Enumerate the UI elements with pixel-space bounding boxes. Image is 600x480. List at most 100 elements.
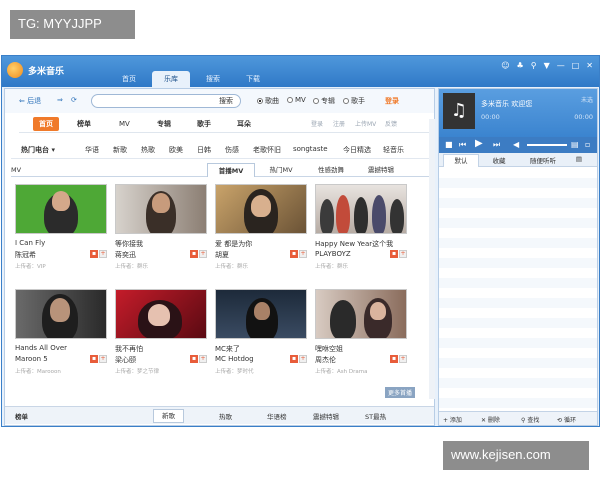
forward-icon[interactable]: ⇒ [57,96,63,104]
tab-hot-songs[interactable]: 热歌 [219,411,232,421]
find-button[interactable]: ⚲ 查找 [521,415,539,424]
mv-title[interactable]: Happy New Year这个我 [315,239,393,249]
add-icon[interactable]: + [299,355,307,363]
tab-home[interactable]: 首页 [33,117,59,131]
mv-thumbnail[interactable] [215,289,307,339]
mv-artist[interactable]: 胡夏 [215,250,229,260]
loop-button[interactable]: ⟲ 循环 [557,415,576,424]
scrollbar[interactable] [429,119,435,399]
mv-thumbnail[interactable] [315,184,407,234]
search-button[interactable]: 搜索 [219,96,233,106]
tab-st-hottest[interactable]: ST最热 [365,411,386,421]
genre-item[interactable]: 热歌 [141,145,155,155]
tab-charts[interactable]: 榜单 [77,117,91,131]
mv-thumbnail[interactable] [15,289,107,339]
mv-artist[interactable]: 周杰伦 [315,355,336,365]
mv-card[interactable]: MC来了 MC Hotdog 上传者：梦时代 ▪ + [215,289,307,381]
mv-title[interactable]: 等你接我 [115,239,143,249]
playlist-area[interactable] [439,168,597,408]
genre-item[interactable]: 日韩 [197,145,211,155]
add-icon[interactable]: + [199,355,207,363]
volume-slider[interactable] [527,144,567,146]
add-icon[interactable]: + [99,355,107,363]
mv-artist[interactable]: PLAYBOYZ [315,250,351,258]
mv-card[interactable]: 等你接我 蒋奕迅 上传者：群乐 ▪ + [115,184,207,276]
mv-thumbnail[interactable] [115,289,207,339]
nav-tab-search[interactable]: 搜索 [194,71,232,87]
club-icon[interactable]: ♣ [517,61,524,70]
equalizer-icon[interactable]: ▤ [571,140,579,149]
mv-card[interactable]: Happy New Year这个我 PLAYBOYZ 上传者：群乐 ▪ + [315,184,407,276]
nav-tab-home[interactable]: 首页 [110,71,148,87]
genre-item[interactable]: 今日精选 [343,145,371,155]
genre-hot-radio[interactable]: 热门电台 ▾ [21,145,55,155]
mv-card[interactable]: I Can Fly 陈冠希 上传者：VIP ▪ + [15,184,107,276]
next-icon[interactable]: ⏭ [493,140,500,150]
play-icon[interactable]: ▪ [90,355,98,363]
mv-title[interactable]: MC来了 [215,344,240,354]
genre-item[interactable]: 新歌 [113,145,127,155]
maximize-icon[interactable]: □ [572,61,580,70]
mv-title[interactable]: 嘿咻空姐 [315,344,343,354]
play-icon[interactable]: ▶ [475,138,483,149]
playlist-menu-icon[interactable]: ▤ [569,155,589,163]
tab-mv[interactable]: MV [119,117,130,131]
genre-item[interactable]: songtaste [293,145,328,153]
mv-card[interactable]: 我不再怕 梁心颐 上传者：梦之节律 ▪ + [115,289,207,381]
link-register[interactable]: 注册 [333,119,345,128]
nav-tab-library[interactable]: 乐库 [152,71,190,87]
tab-new-songs[interactable]: 新歌 [153,409,184,423]
tab-chinese-chart[interactable]: 华语榜 [267,411,287,421]
add-icon[interactable]: + [99,250,107,258]
previous-icon[interactable]: ⏮ [459,140,466,150]
skin-icon[interactable]: ☺ [501,61,509,70]
tab-default[interactable]: 默认 [443,154,479,167]
mv-card[interactable]: 嘿咻空姐 周杰伦 上传者：Ash Drama ▪ + [315,289,407,381]
tab-album[interactable]: 专辑 [157,117,171,131]
add-icon[interactable]: + [199,250,207,258]
genre-item[interactable]: 欧美 [169,145,183,155]
mv-thumbnail[interactable] [115,184,207,234]
play-icon[interactable]: ▪ [390,355,398,363]
tab-premiere-mv[interactable]: 首播MV [207,163,255,177]
tab-favorites[interactable]: 收藏 [481,155,517,165]
mv-artist[interactable]: 蒋奕迅 [115,250,136,260]
link-login[interactable]: 登录 [311,119,323,128]
play-icon[interactable]: ▪ [290,250,298,258]
radio-song[interactable]: 歌曲 [257,96,279,106]
nav-tab-download[interactable]: 下载 [234,71,272,87]
mv-thumbnail[interactable] [215,184,307,234]
play-icon[interactable]: ▪ [390,250,398,258]
tab-artist[interactable]: 歌手 [197,117,211,131]
genre-item[interactable]: 华语 [85,145,99,155]
mv-title[interactable]: 我不再怕 [115,344,143,354]
tab-ears[interactable]: 耳朵 [237,117,251,131]
mv-artist[interactable]: Maroon 5 [15,355,48,363]
mv-title[interactable]: 爱 都是为你 [215,239,252,249]
tab-hot-mv[interactable]: 热门MV [257,163,305,177]
mv-card[interactable]: 爱 都是为你 胡夏 上传者：群乐 ▪ + [215,184,307,276]
add-button[interactable]: + 添加 [443,415,462,424]
more-premiere-button[interactable]: 更多首播 [385,387,416,398]
pin-icon[interactable]: ⚲ [531,61,537,70]
mini-mode-icon[interactable]: ▫ [585,140,590,149]
volume-icon[interactable]: ◀ [513,140,519,149]
genre-item[interactable]: 伤感 [225,145,239,155]
link-upload-mv[interactable]: 上传MV [355,119,376,128]
mv-title[interactable]: I Can Fly [15,239,45,247]
mv-card[interactable]: Hands All Over Maroon 5 上传者：Marooon ▪ + [15,289,107,381]
mv-thumbnail[interactable] [15,184,107,234]
play-icon[interactable]: ▪ [90,250,98,258]
login-link[interactable]: 登录 [385,96,399,106]
quality-label[interactable]: 未选 [581,95,593,104]
radio-artist[interactable]: 歌手 [343,96,365,106]
delete-button[interactable]: ✕ 删除 [481,415,500,424]
mv-artist[interactable]: 梁心颐 [115,355,136,365]
genre-item[interactable]: 老歌怀旧 [253,145,281,155]
play-icon[interactable]: ▪ [190,250,198,258]
add-icon[interactable]: + [399,355,407,363]
back-button[interactable]: ⇐ 后退 [19,96,41,106]
mv-artist[interactable]: MC Hotdog [215,355,254,363]
refresh-icon[interactable]: ⟳ [71,96,77,104]
tab-random-listen[interactable]: 随便听听 [521,155,565,165]
